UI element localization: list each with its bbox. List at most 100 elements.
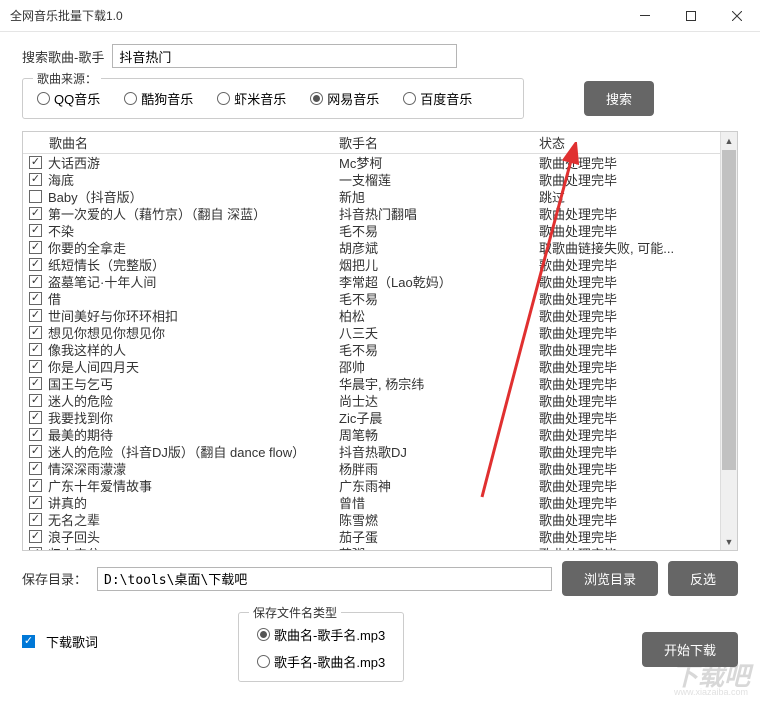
window-title: 全网音乐批量下载1.0 (10, 7, 123, 24)
row-checkbox[interactable] (29, 207, 42, 220)
scrollbar-thumb[interactable] (722, 150, 736, 470)
path-label: 保存目录： (22, 569, 87, 588)
source-row: 歌曲来源： QQ音乐酷狗音乐虾米音乐网易音乐百度音乐 搜索 (22, 78, 738, 119)
cell-artist: 花粥 (339, 544, 539, 550)
download-lyric-checkbox[interactable]: 下载歌词 (22, 632, 98, 651)
col-header-status[interactable]: 状态 (539, 133, 737, 152)
close-button[interactable] (714, 0, 760, 32)
row-checkbox[interactable] (29, 530, 42, 543)
titlebar: 全网音乐批量下载1.0 (0, 0, 760, 32)
row-checkbox[interactable] (29, 445, 42, 458)
table-row[interactable]: 国王与乞丐华晨宇, 杨宗纬歌曲处理完毕 (23, 375, 737, 392)
row-checkbox[interactable] (29, 173, 42, 186)
table-row[interactable]: 不染毛不易歌曲处理完毕 (23, 222, 737, 239)
row-checkbox[interactable] (29, 258, 42, 271)
table-row[interactable]: 世间美好与你环环相扣柏松歌曲处理完毕 (23, 307, 737, 324)
table-row[interactable]: 纸短情长（完整版）烟把儿歌曲处理完毕 (23, 256, 737, 273)
source-legend: 歌曲来源： (33, 70, 101, 87)
scrollbar-up-icon[interactable]: ▲ (721, 132, 737, 149)
table-row[interactable]: 最美的期待周笔畅歌曲处理完毕 (23, 426, 737, 443)
table-row[interactable]: 迷人的危险（抖音DJ版）（翻自 dance flow）抖音热歌DJ歌曲处理完毕 (23, 443, 737, 460)
path-input[interactable] (97, 567, 552, 591)
table-row[interactable]: 盗墓笔记·十年人间李常超（Lao乾妈）歌曲处理完毕 (23, 273, 737, 290)
source-radio-label: 虾米音乐 (234, 89, 286, 108)
radio-icon (217, 92, 230, 105)
bottom-row: 下载歌词 保存文件名类型 歌曲名-歌手名.mp3歌手名-歌曲名.mp3 开始下载 (22, 612, 738, 682)
start-download-button[interactable]: 开始下载 (642, 632, 738, 667)
table-row[interactable]: Baby（抖音版）新旭跳过 (23, 188, 737, 205)
col-header-artist[interactable]: 歌手名 (339, 133, 539, 152)
filename-radio-0[interactable]: 歌曲名-歌手名.mp3 (257, 625, 385, 644)
table-row[interactable]: 讲真的曾惜歌曲处理完毕 (23, 494, 737, 511)
scrollbar-vertical[interactable]: ▲ ▼ (720, 132, 737, 550)
table-row[interactable]: 想见你想见你想见你八三夭歌曲处理完毕 (23, 324, 737, 341)
radio-icon (403, 92, 416, 105)
row-checkbox[interactable] (29, 377, 42, 390)
table-row[interactable]: 广东十年爱情故事广东雨神歌曲处理完毕 (23, 477, 737, 494)
table-row[interactable]: 无名之辈陈雪燃歌曲处理完毕 (23, 511, 737, 528)
invert-selection-button[interactable]: 反选 (668, 561, 738, 596)
table-row[interactable]: 你要的全拿走胡彦斌取歌曲链接失败, 可能... (23, 239, 737, 256)
table-row[interactable]: 浪子回头茄子蛋歌曲处理完毕 (23, 528, 737, 545)
source-radio-1[interactable]: 酷狗音乐 (124, 89, 193, 108)
filename-legend: 保存文件名类型 (249, 604, 341, 621)
source-radio-2[interactable]: 虾米音乐 (217, 89, 286, 108)
table-row[interactable]: 迷人的危险尚士达歌曲处理完毕 (23, 392, 737, 409)
table-row[interactable]: 我要找到你Zic子晨歌曲处理完毕 (23, 409, 737, 426)
table-header: 歌曲名 歌手名 状态 (23, 132, 737, 154)
checkbox-icon (22, 635, 35, 648)
row-checkbox[interactable] (29, 462, 42, 475)
row-checkbox[interactable] (29, 309, 42, 322)
source-radio-label: 百度音乐 (420, 89, 472, 108)
source-radio-3[interactable]: 网易音乐 (310, 89, 379, 108)
row-checkbox[interactable] (29, 275, 42, 288)
row-checkbox[interactable] (29, 411, 42, 424)
filename-radio-label: 歌曲名-歌手名.mp3 (274, 625, 385, 644)
row-checkbox[interactable] (29, 156, 42, 169)
table-row[interactable]: 情深深雨濛濛杨胖雨歌曲处理完毕 (23, 460, 737, 477)
radio-icon (37, 92, 50, 105)
col-header-song[interactable]: 歌曲名 (49, 133, 339, 152)
row-checkbox[interactable] (29, 343, 42, 356)
filename-group: 保存文件名类型 歌曲名-歌手名.mp3歌手名-歌曲名.mp3 (238, 612, 404, 682)
search-label: 搜索歌曲-歌手 (22, 47, 104, 66)
source-radio-4[interactable]: 百度音乐 (403, 89, 472, 108)
cell-song: 归去来兮 (48, 544, 339, 550)
table-row[interactable]: 你是人间四月天邵帅歌曲处理完毕 (23, 358, 737, 375)
row-checkbox[interactable] (29, 326, 42, 339)
row-checkbox[interactable] (29, 292, 42, 305)
row-checkbox[interactable] (29, 496, 42, 509)
source-radio-label: 网易音乐 (327, 89, 379, 108)
scrollbar-down-icon[interactable]: ▼ (721, 533, 737, 550)
path-row: 保存目录： 浏览目录 反选 (22, 561, 738, 596)
source-radio-label: QQ音乐 (54, 89, 100, 108)
maximize-button[interactable] (668, 0, 714, 32)
row-checkbox[interactable] (29, 428, 42, 441)
table-row[interactable]: 借毛不易歌曲处理完毕 (23, 290, 737, 307)
download-lyric-label: 下载歌词 (46, 632, 98, 651)
source-radio-0[interactable]: QQ音乐 (37, 89, 100, 108)
window-controls (622, 0, 760, 32)
row-checkbox[interactable] (29, 547, 42, 550)
row-checkbox[interactable] (29, 224, 42, 237)
table-row[interactable]: 归去来兮花粥歌曲处理完毕 (23, 545, 737, 550)
browse-button[interactable]: 浏览目录 (562, 561, 658, 596)
table-row[interactable]: 像我这样的人毛不易歌曲处理完毕 (23, 341, 737, 358)
row-checkbox[interactable] (29, 190, 42, 203)
table-row[interactable]: 海底一支榴莲歌曲处理完毕 (23, 171, 737, 188)
cell-status: 歌曲处理完毕 (539, 544, 737, 550)
row-checkbox[interactable] (29, 479, 42, 492)
row-checkbox[interactable] (29, 241, 42, 254)
source-group: 歌曲来源： QQ音乐酷狗音乐虾米音乐网易音乐百度音乐 (22, 78, 524, 119)
row-checkbox[interactable] (29, 513, 42, 526)
table-row[interactable]: 大话西游Mc梦柯歌曲处理完毕 (23, 154, 737, 171)
table-body[interactable]: 大话西游Mc梦柯歌曲处理完毕海底一支榴莲歌曲处理完毕Baby（抖音版）新旭跳过第… (23, 154, 737, 550)
search-button[interactable]: 搜索 (584, 81, 654, 116)
filename-radio-1[interactable]: 歌手名-歌曲名.mp3 (257, 652, 385, 671)
search-input[interactable] (112, 44, 457, 68)
row-checkbox[interactable] (29, 360, 42, 373)
minimize-button[interactable] (622, 0, 668, 32)
results-table: 歌曲名 歌手名 状态 大话西游Mc梦柯歌曲处理完毕海底一支榴莲歌曲处理完毕Bab… (22, 131, 738, 551)
row-checkbox[interactable] (29, 394, 42, 407)
table-row[interactable]: 第一次爱的人（藉竹京）（翻自 深蓝）抖音热门翻唱歌曲处理完毕 (23, 205, 737, 222)
